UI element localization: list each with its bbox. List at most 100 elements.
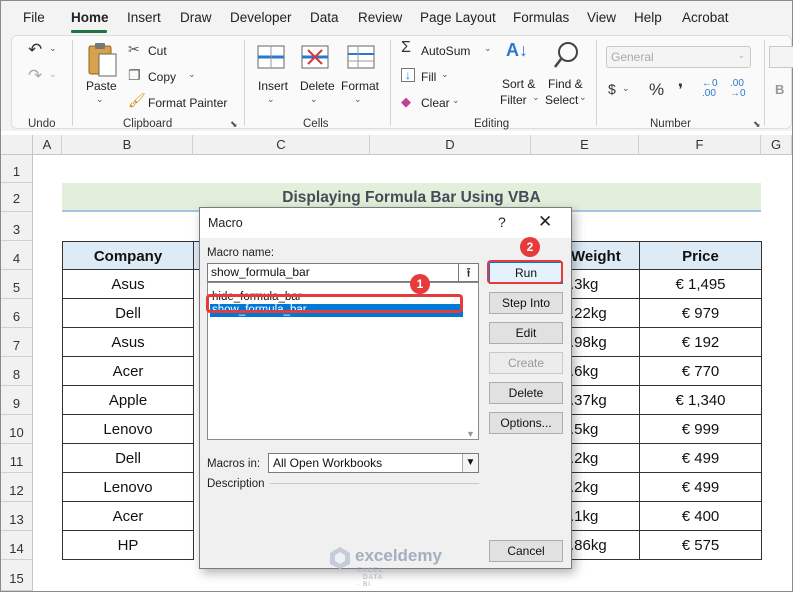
format-painter-icon[interactable]: 🖌	[128, 92, 146, 109]
dialog-titlebar[interactable]: Macro ? ✕	[200, 208, 571, 238]
eraser-icon[interactable]: ◆	[401, 94, 411, 110]
tab-file[interactable]: File	[23, 10, 45, 25]
scroll-down-icon[interactable]: ▼	[466, 429, 475, 439]
format-cells-icon[interactable]	[346, 42, 378, 72]
column-header-g[interactable]: G	[761, 135, 792, 155]
cell-company[interactable]: Acer	[62, 357, 194, 386]
row-header[interactable]: 9	[1, 386, 33, 415]
cell-price[interactable]: € 1,495	[639, 270, 762, 299]
tab-acrobat[interactable]: Acrobat	[682, 10, 729, 25]
currency-icon[interactable]: $	[608, 81, 616, 97]
row-header[interactable]: 10	[1, 415, 33, 444]
undo-dropdown-icon[interactable]: ⌄	[49, 43, 57, 54]
cell-price[interactable]: € 999	[639, 415, 762, 444]
bold-icon[interactable]: B	[775, 82, 784, 97]
row-header[interactable]: 13	[1, 502, 33, 531]
row-header[interactable]: 6	[1, 299, 33, 328]
find-select-dropdown-icon[interactable]: ⌄	[579, 92, 587, 103]
chevron-down-icon[interactable]: ▼	[462, 454, 478, 472]
cell-weight[interactable]: .22kg	[570, 299, 640, 328]
tab-review[interactable]: Review	[358, 10, 402, 25]
insert-dropdown-icon[interactable]: ⌄	[267, 94, 275, 105]
autosum-button[interactable]: AutoSum	[421, 44, 470, 58]
row-header[interactable]: 12	[1, 473, 33, 502]
insert-cells-icon[interactable]	[256, 42, 288, 72]
cell-weight[interactable]: .6kg	[570, 357, 640, 386]
paste-icon[interactable]	[86, 40, 120, 80]
row-header[interactable]: 15	[1, 560, 33, 591]
redo-dropdown-icon[interactable]: ⌄	[49, 69, 57, 80]
tab-page-layout[interactable]: Page Layout	[420, 10, 496, 25]
comma-style-icon[interactable]: ❜	[678, 80, 683, 100]
column-header-b[interactable]: B	[62, 135, 193, 155]
cell-company[interactable]: Apple	[62, 386, 194, 415]
currency-dropdown-icon[interactable]: ⌄	[622, 83, 630, 94]
delete-dropdown-icon[interactable]: ⌄	[310, 94, 318, 105]
cell-company[interactable]: HP	[62, 531, 194, 560]
cell-price[interactable]: € 770	[639, 357, 762, 386]
insert-button[interactable]: Insert	[258, 79, 288, 93]
cell-weight[interactable]: .2kg	[570, 444, 640, 473]
decrease-decimal-icon[interactable]: .00 →0	[730, 79, 746, 99]
paste-button[interactable]: Paste	[86, 79, 117, 93]
copy-icon[interactable]: ❐	[128, 67, 141, 84]
clear-dropdown-icon[interactable]: ⌄	[452, 95, 460, 106]
cell-price[interactable]: € 400	[639, 502, 762, 531]
cancel-button[interactable]: Cancel	[489, 540, 563, 562]
tab-help[interactable]: Help	[634, 10, 662, 25]
cell-company[interactable]: Dell	[62, 444, 194, 473]
cell-weight[interactable]: .3kg	[570, 270, 640, 299]
row-header[interactable]: 2	[1, 183, 33, 212]
create-button[interactable]: Create	[489, 352, 563, 374]
upload-arrow-icon[interactable]: ⭱	[458, 263, 479, 282]
cell-weight[interactable]: .5kg	[570, 415, 640, 444]
tab-data[interactable]: Data	[310, 10, 339, 25]
row-header[interactable]: 14	[1, 531, 33, 560]
edit-button[interactable]: Edit	[489, 322, 563, 344]
macros-in-select[interactable]: All Open Workbooks ▼	[268, 453, 479, 473]
sort-filter-dropdown-icon[interactable]: ⌄	[532, 92, 540, 103]
cell-weight[interactable]: .1kg	[570, 502, 640, 531]
fill-icon[interactable]: ↓	[401, 68, 415, 82]
scissors-icon[interactable]: ✂	[128, 41, 140, 58]
cell-price[interactable]: € 1,340	[639, 386, 762, 415]
format-painter-button[interactable]: Format Painter	[148, 96, 227, 110]
autosum-dropdown-icon[interactable]: ⌄	[484, 43, 492, 54]
cell-price[interactable]: € 575	[639, 531, 762, 560]
select-all-corner[interactable]	[1, 135, 33, 155]
cell-weight[interactable]: .98kg	[570, 328, 640, 357]
options-button[interactable]: Options...	[489, 412, 563, 434]
row-header[interactable]: 3	[1, 212, 33, 241]
column-header-f[interactable]: F	[639, 135, 761, 155]
close-icon[interactable]: ✕	[538, 212, 552, 232]
undo-icon[interactable]: ↶	[28, 40, 42, 60]
font-select-partial[interactable]	[769, 46, 793, 68]
delete-macro-button[interactable]: Delete	[489, 382, 563, 404]
cell-weight[interactable]: .37kg	[570, 386, 640, 415]
cut-button[interactable]: Cut	[148, 44, 167, 58]
cell-company[interactable]: Dell	[62, 299, 194, 328]
row-header[interactable]: 5	[1, 270, 33, 299]
percent-icon[interactable]: %	[649, 80, 664, 100]
copy-button[interactable]: Copy	[148, 70, 176, 84]
copy-dropdown-icon[interactable]: ⌄	[188, 69, 196, 80]
row-header[interactable]: 1	[1, 155, 33, 183]
cell-price[interactable]: € 499	[639, 473, 762, 502]
step-into-button[interactable]: Step Into	[489, 292, 563, 314]
sort-filter-label-1[interactable]: Sort &	[502, 77, 535, 91]
row-header[interactable]: 8	[1, 357, 33, 386]
tab-view[interactable]: View	[587, 10, 616, 25]
cell-price[interactable]: € 499	[639, 444, 762, 473]
tab-draw[interactable]: Draw	[180, 10, 212, 25]
autosum-icon[interactable]: Σ	[401, 39, 411, 57]
magnifier-icon[interactable]	[552, 40, 582, 72]
cell-weight[interactable]: .86kg	[570, 531, 640, 560]
tab-home[interactable]: Home	[71, 10, 109, 25]
cell-company[interactable]: Lenovo	[62, 415, 194, 444]
row-header[interactable]: 4	[1, 241, 33, 270]
sort-filter-icon[interactable]: A↓	[506, 40, 528, 61]
tab-formulas[interactable]: Formulas	[513, 10, 569, 25]
column-header-e[interactable]: E	[531, 135, 639, 155]
tab-developer[interactable]: Developer	[230, 10, 292, 25]
dialog-launcher-icon[interactable]: ⬊	[230, 119, 238, 130]
